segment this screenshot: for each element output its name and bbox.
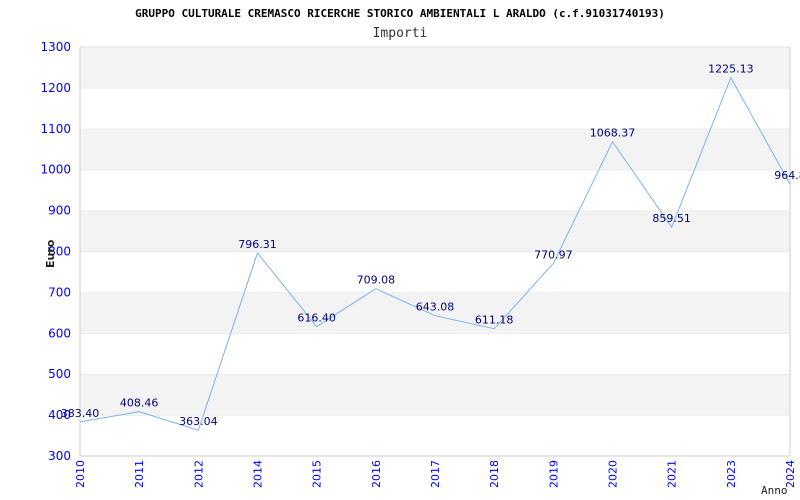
data-label: 770.97 bbox=[534, 248, 573, 261]
grid-band bbox=[80, 374, 790, 416]
data-label: 859.51 bbox=[652, 212, 691, 225]
data-label: 408.46 bbox=[120, 397, 159, 410]
x-tick-label: 2023 bbox=[725, 460, 738, 488]
chart-subtitle: Importi bbox=[373, 26, 428, 41]
grid-band bbox=[80, 169, 790, 211]
x-tick-label: 2015 bbox=[311, 460, 324, 488]
x-tick-label: 2020 bbox=[607, 460, 620, 488]
data-label: 643.08 bbox=[416, 301, 455, 314]
y-tick-label: 600 bbox=[48, 326, 71, 340]
chart-title: GRUPPO CULTURALE CREMASCO RICERCHE STORI… bbox=[135, 7, 665, 20]
data-label: 363.04 bbox=[179, 415, 218, 428]
y-tick-label: 900 bbox=[48, 204, 71, 218]
x-tick-label: 2021 bbox=[666, 460, 679, 488]
grid-band bbox=[80, 47, 790, 88]
data-label: 1068.37 bbox=[590, 127, 636, 140]
data-label: 616.40 bbox=[297, 312, 336, 325]
grid-band bbox=[80, 87, 790, 129]
y-tick-label: 1300 bbox=[40, 40, 71, 54]
grid-band bbox=[80, 251, 790, 293]
x-tick-label: 2016 bbox=[370, 460, 383, 488]
data-label: 709.08 bbox=[357, 274, 396, 287]
line-chart: GRUPPO CULTURALE CREMASCO RICERCHE STORI… bbox=[40, 7, 800, 497]
grid-band bbox=[80, 333, 790, 375]
x-tick-label: 2017 bbox=[429, 460, 442, 488]
y-tick-label: 300 bbox=[48, 449, 71, 463]
y-tick-label: 1100 bbox=[40, 122, 71, 136]
x-tick-label: 2011 bbox=[133, 460, 146, 488]
x-tick-label: 2019 bbox=[547, 460, 560, 488]
y-tick-label: 1000 bbox=[40, 163, 71, 177]
data-label: 611.18 bbox=[475, 314, 514, 327]
data-label: 383.40 bbox=[61, 407, 100, 420]
data-label: 1225.13 bbox=[708, 63, 754, 76]
x-tick-label: 2018 bbox=[488, 460, 501, 488]
data-label: 796.31 bbox=[238, 238, 277, 251]
data-label: 964.8 bbox=[774, 169, 800, 182]
y-tick-label: 700 bbox=[48, 285, 71, 299]
y-tick-label: 1200 bbox=[40, 81, 71, 95]
x-tick-label: 2010 bbox=[74, 460, 87, 488]
y-axis-label: Euro bbox=[44, 239, 57, 268]
x-tick-label: 2014 bbox=[252, 460, 265, 488]
y-tick-label: 500 bbox=[48, 367, 71, 381]
x-axis-label: Anno bbox=[761, 484, 788, 497]
grid-band bbox=[80, 128, 790, 170]
x-tick-label: 2012 bbox=[192, 460, 205, 488]
